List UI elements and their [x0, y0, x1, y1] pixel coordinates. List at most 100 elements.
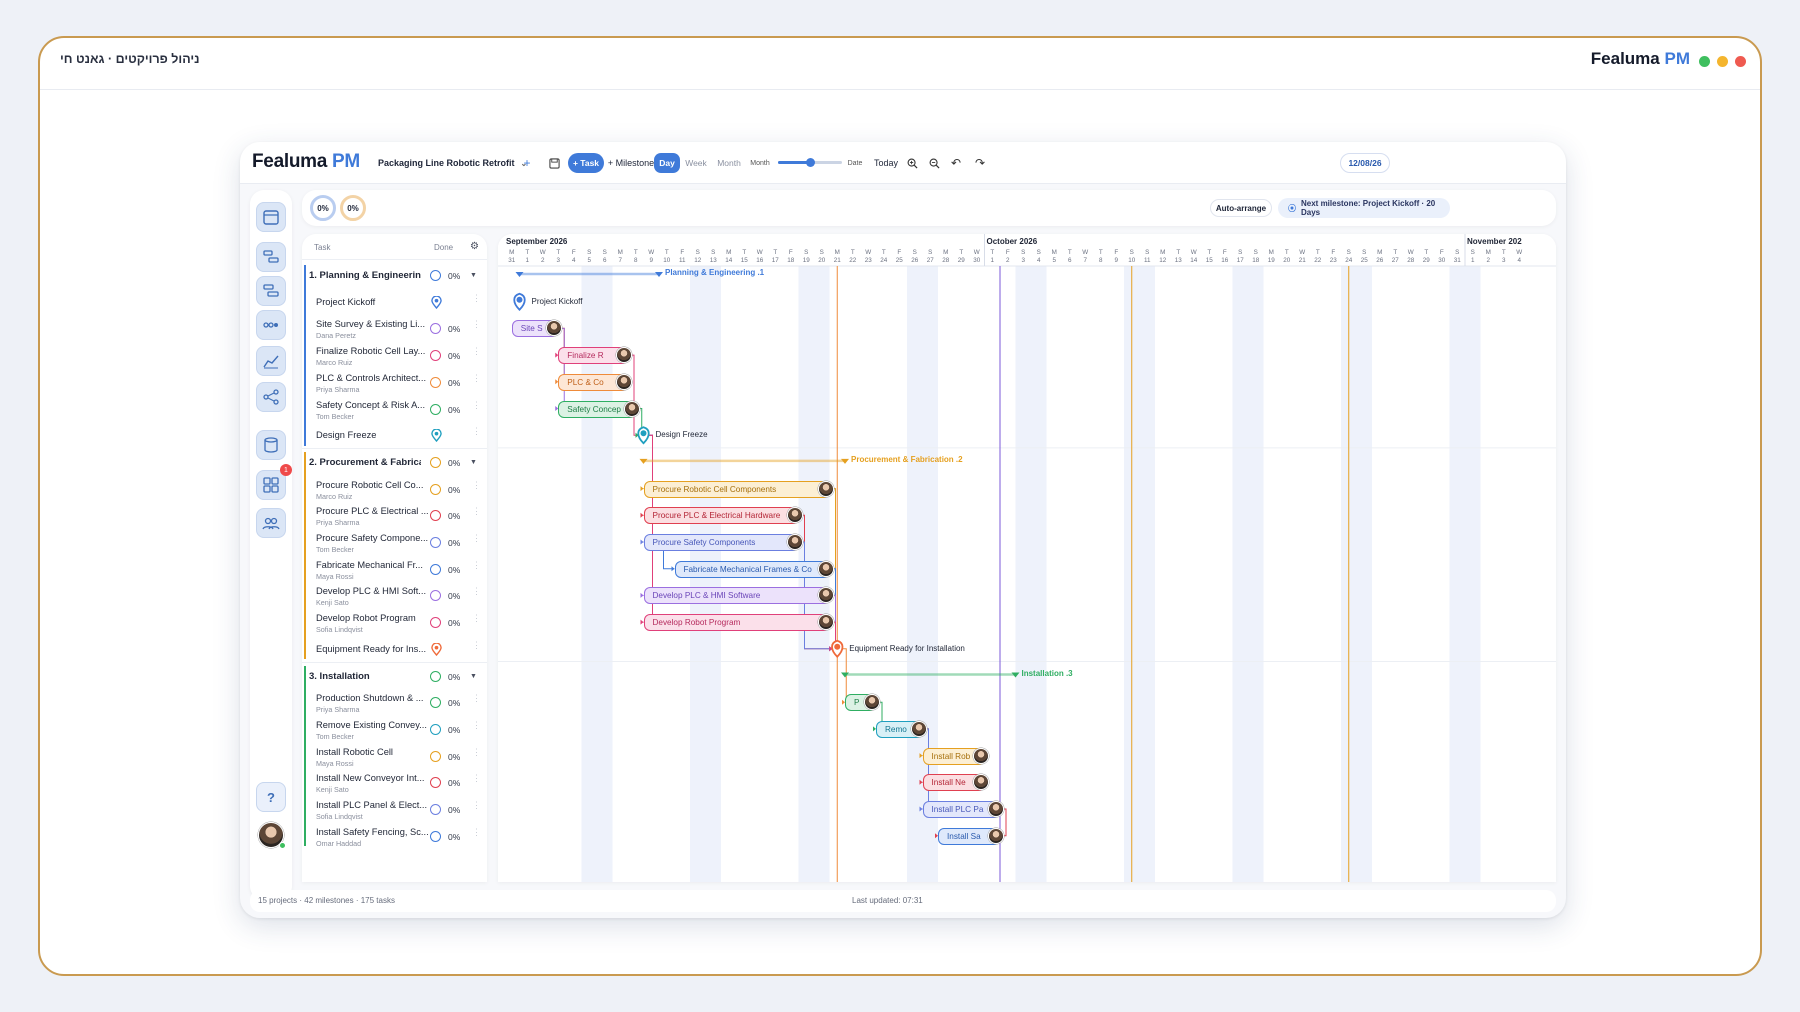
task-row[interactable]: Site Survey & Existing Li... Dana Peretz 0…	[302, 315, 487, 342]
group-row[interactable]: 1. Planning & Engineering 0% ▼	[302, 262, 487, 289]
window-maximize-icon[interactable]	[1699, 56, 1710, 67]
task-name: Install New Conveyor Int...	[316, 773, 425, 784]
milestone-row[interactable]: Design Freeze ⋮	[302, 422, 487, 449]
rail-calendar-icon[interactable]	[256, 202, 286, 232]
task-assignee: Dana Peretz	[316, 331, 356, 341]
rail-database-icon[interactable]	[256, 430, 286, 460]
window-close-icon[interactable]	[1735, 56, 1746, 67]
group-summary-label: Procurement & Fabrication .2	[851, 454, 963, 464]
zoom-out-icon[interactable]	[926, 153, 942, 173]
task-bar[interactable]: Develop PLC & HMI Software	[643, 587, 830, 605]
task-row[interactable]: Install New Conveyor Int... Kenji Sato 0% ⋮	[302, 769, 487, 796]
undo-icon[interactable]: ↶	[948, 153, 964, 173]
rail-gantt-icon[interactable]	[256, 242, 286, 272]
share-icon	[263, 389, 279, 405]
row-menu-icon[interactable]: ⋮	[472, 747, 481, 756]
task-bar[interactable]: Procure Robotic Cell Components	[643, 480, 830, 498]
task-done: 0%	[448, 324, 461, 335]
add-project-button[interactable]: +	[520, 153, 534, 173]
progress-ring	[430, 777, 441, 789]
task-bar[interactable]: Procure Safety Components	[643, 534, 799, 551]
zoom-slider-knob[interactable]	[806, 158, 815, 167]
milestone-row[interactable]: Equipment Ready for Ins... ⋮	[302, 636, 487, 663]
task-row[interactable]: Safety Concept & Risk A... Tom Becker 0% ⋮	[302, 396, 487, 423]
add-milestone-button[interactable]: + Milestone	[608, 153, 654, 173]
rail-chart-icon[interactable]	[256, 346, 286, 376]
row-menu-icon[interactable]: ⋮	[472, 827, 481, 836]
timeline-icon	[263, 322, 278, 328]
rail-share-icon[interactable]	[256, 382, 286, 412]
row-menu-icon[interactable]: ⋮	[472, 347, 481, 356]
rail-gantt-alt-icon[interactable]	[256, 276, 286, 306]
progress-ring	[430, 617, 441, 629]
task-row[interactable]: Finalize Robotic Cell Lay... Marco Ruiz 0%…	[302, 342, 487, 369]
row-menu-icon[interactable]: ⋮	[472, 587, 481, 596]
row-menu-icon[interactable]: ⋮	[472, 560, 481, 569]
summary-panel: 0% 0% Auto-arrange ⦿ Next milestone: Pro…	[302, 190, 1556, 226]
next-milestone-badge[interactable]: ⦿ Next milestone: Project Kickoff · 20 D…	[1278, 198, 1450, 218]
window-minimize-icon[interactable]	[1717, 56, 1728, 67]
row-menu-icon[interactable]: ⋮	[472, 534, 481, 543]
task-row[interactable]: PLC & Controls Architect... Priya Sharma 0…	[302, 369, 487, 396]
today-button[interactable]: Today	[872, 153, 900, 173]
group-row[interactable]: 3. Installation 0% ▼	[302, 663, 487, 690]
save-icon[interactable]	[546, 153, 562, 173]
view-day-tab[interactable]: Day	[654, 153, 680, 173]
view-month-tab[interactable]: Month	[712, 153, 746, 173]
task-row[interactable]: Install Safety Fencing, Sc... Omar Haddad…	[302, 823, 487, 850]
add-task-button[interactable]: + Task	[568, 153, 604, 173]
collapse-caret-icon[interactable]: ▼	[470, 272, 477, 279]
task-bar-label: Fabricate Mechanical Frames & Co	[683, 564, 812, 574]
row-menu-icon[interactable]: ⋮	[472, 720, 481, 729]
row-menu-icon[interactable]: ⋮	[472, 400, 481, 409]
group-summary-label: Installation .3	[1021, 668, 1073, 678]
progress-ring	[430, 563, 441, 575]
task-name: Develop Robot Program	[316, 613, 416, 624]
rail-timeline-icon[interactable]	[256, 310, 286, 340]
redo-icon[interactable]: ↷	[972, 153, 988, 173]
task-row[interactable]: Procure Robotic Cell Co... Marco Ruiz 0% ⋮	[302, 476, 487, 503]
zoom-in-icon[interactable]	[904, 153, 920, 173]
task-row[interactable]: Fabricate Mechanical Fr... Maya Rossi 0% ⋮	[302, 556, 487, 583]
task-row[interactable]: Develop PLC & HMI Soft... Kenji Sato 0% ⋮	[302, 582, 487, 609]
task-row[interactable]: Install Robotic Cell Maya Rossi 0% ⋮	[302, 743, 487, 770]
task-assignee: Kenji Sato	[316, 598, 349, 608]
row-menu-icon[interactable]: ⋮	[472, 293, 481, 302]
task-row[interactable]: Develop Robot Program Sofia Lindqvist 0% ⋮	[302, 609, 487, 636]
milestone-row[interactable]: Project Kickoff ⋮	[302, 289, 487, 316]
settings-icon[interactable]: ⚙	[470, 241, 479, 252]
task-bar-label: Procure PLC & Electrical Hardware	[652, 511, 781, 521]
auto-arrange-button[interactable]: Auto-arrange	[1210, 199, 1272, 217]
assignee-avatar	[817, 587, 834, 604]
row-menu-icon[interactable]: ⋮	[472, 373, 481, 382]
view-week-tab[interactable]: Week	[682, 153, 710, 173]
collapse-caret-icon[interactable]: ▼	[470, 673, 477, 680]
row-menu-icon[interactable]: ⋮	[472, 427, 481, 436]
help-button[interactable]: ?	[256, 782, 286, 812]
row-menu-icon[interactable]: ⋮	[472, 320, 481, 329]
task-row[interactable]: Remove Existing Convey... Tom Becker 0% ⋮	[302, 716, 487, 743]
row-menu-icon[interactable]: ⋮	[472, 801, 481, 810]
zoom-slider[interactable]	[778, 158, 842, 167]
task-row[interactable]: Procure Safety Compone... Tom Becker 0% ⋮	[302, 529, 487, 556]
row-menu-icon[interactable]: ⋮	[472, 774, 481, 783]
project-selector[interactable]: Packaging Line Robotic Retrofit ⌄	[378, 153, 527, 173]
group-color-strip	[304, 451, 306, 660]
task-bar-label: PLC & Co	[567, 377, 604, 387]
row-menu-icon[interactable]: ⋮	[472, 507, 481, 516]
row-menu-icon[interactable]: ⋮	[472, 640, 481, 649]
task-row[interactable]: Install PLC Panel & Elect... Sofia Lindqv…	[302, 796, 487, 823]
task-bar[interactable]: Fabricate Mechanical Frames & Co	[674, 560, 830, 578]
collapse-caret-icon[interactable]: ▼	[470, 459, 477, 466]
row-menu-icon[interactable]: ⋮	[472, 694, 481, 703]
row-menu-icon[interactable]: ⋮	[472, 480, 481, 489]
task-row[interactable]: Production Shutdown & ... Priya Sharma 0% ⋮	[302, 689, 487, 716]
progress-ring	[430, 804, 441, 815]
date-badge[interactable]: 12/08/26	[1340, 153, 1390, 173]
rail-team-icon[interactable]	[256, 508, 286, 538]
task-row[interactable]: Procure PLC & Electrical ... Priya Sharma…	[302, 502, 487, 529]
task-bar[interactable]: Develop Robot Program	[643, 614, 830, 632]
task-bar[interactable]: Procure PLC & Electrical Hardware	[643, 507, 799, 525]
group-row[interactable]: 2. Procurement & Fabricati... 0% ▼	[302, 449, 487, 476]
row-menu-icon[interactable]: ⋮	[472, 614, 481, 623]
